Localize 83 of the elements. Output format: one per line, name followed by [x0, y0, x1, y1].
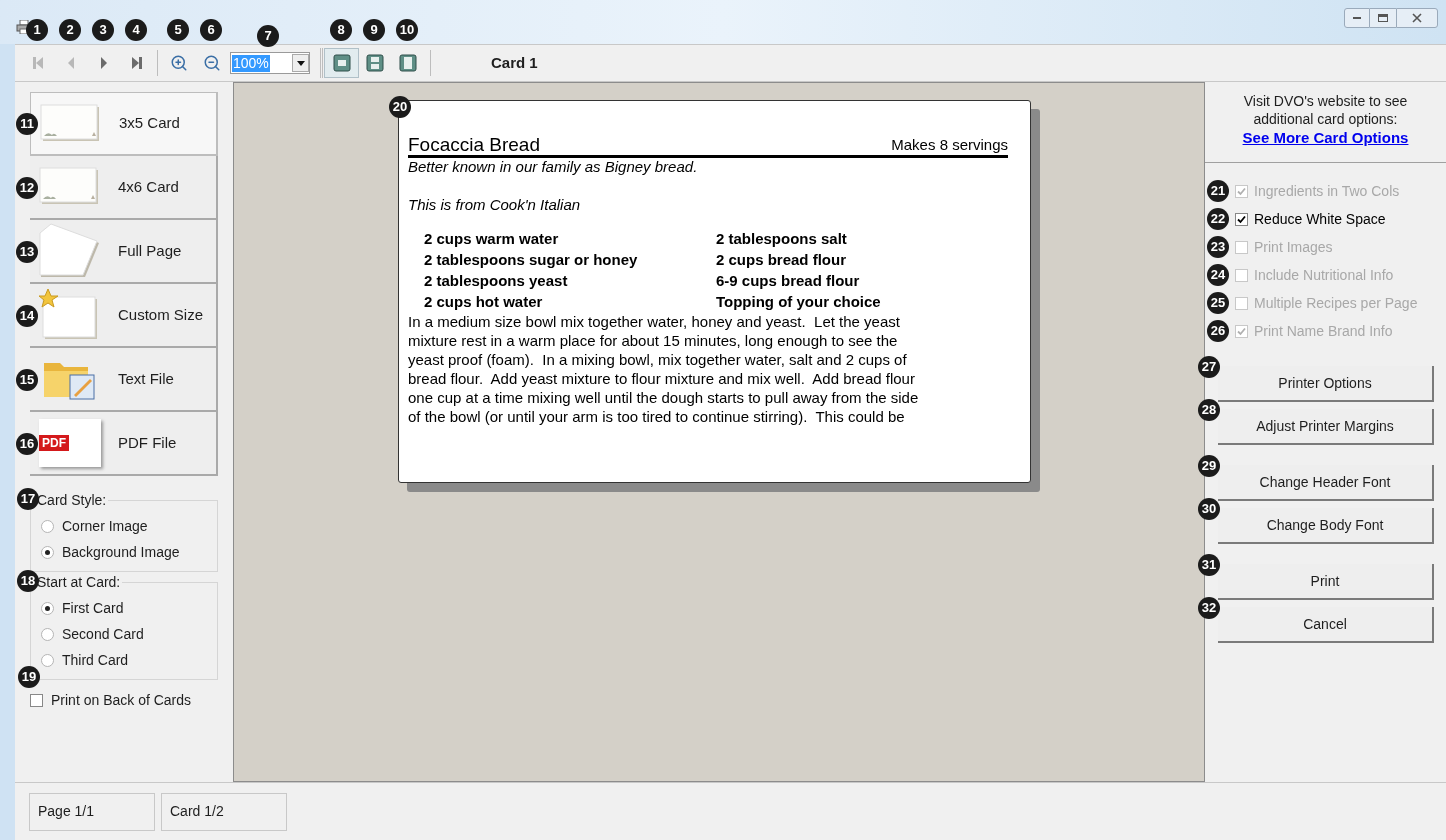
- ingredient: 2 tablespoons sugar or honey: [424, 250, 639, 270]
- radio-label: Background Image: [62, 542, 180, 562]
- callout-badge: 19: [18, 666, 40, 688]
- ingredient: 6-9 cups bread flour: [716, 271, 861, 291]
- callout-badge: 22: [1207, 208, 1229, 230]
- ingredient: Topping of your choice: [716, 292, 882, 312]
- radio-label: First Card: [62, 598, 124, 618]
- ingredient: 2 cups hot water: [424, 292, 544, 312]
- next-icon: [99, 56, 108, 70]
- servings: Makes 8 servings: [891, 135, 1008, 155]
- maximize-button[interactable]: [1370, 8, 1396, 28]
- radio-label: Third Card: [62, 650, 129, 670]
- directions-line: mixture rest in a warm place for about 15 minutes, long enough to see the: [408, 331, 899, 350]
- option-label: Reduce White Space: [1254, 209, 1386, 229]
- card-thumbnail-icon: [39, 167, 101, 207]
- action-button[interactable]: Cancel: [1218, 607, 1434, 643]
- directions-line: bread flour. Add yeast mixture to flour mixture and mix well. Add bread flour: [408, 369, 916, 388]
- callout-badge: 26: [1207, 320, 1229, 342]
- action-button[interactable]: Adjust Printer Margins: [1218, 409, 1434, 445]
- radio-label: Corner Image: [62, 516, 148, 536]
- ingredient: 2 cups warm water: [424, 229, 560, 249]
- callout-badge: 25: [1207, 292, 1229, 314]
- callout-badge: 15: [16, 369, 38, 391]
- radio-button[interactable]: [41, 627, 54, 641]
- callout-badge: 21: [1207, 180, 1229, 202]
- checkbox[interactable]: [30, 694, 43, 707]
- directions-line: In a medium size bowl mix together water, honey and yeast. Let the yeast: [408, 312, 901, 331]
- option-label: Ingredients in Two Cols: [1254, 181, 1400, 201]
- directions-line: of the bowl (or until your arm is too tired to continue stirring). This could be: [408, 407, 906, 426]
- callout-badge: 13: [16, 241, 38, 263]
- action-button[interactable]: Print: [1218, 564, 1434, 600]
- callout-badge: 29: [1198, 455, 1220, 477]
- ingredient: 2 cups bread flour: [716, 250, 848, 270]
- last-page-icon: [130, 56, 143, 70]
- full-page-icon: [398, 54, 417, 72]
- directions-line: one cup at a time mixing well until the dough starts to pull away from the side: [408, 388, 920, 407]
- radio-button[interactable]: [41, 545, 54, 559]
- option-label: Include Nutritional Info: [1254, 265, 1394, 285]
- callout-badge: 14: [16, 305, 38, 327]
- callout-badge: 12: [16, 177, 38, 199]
- zoom-in-icon: [169, 54, 188, 72]
- directions-line: yeast proof (foam). In a mixing bowl, mix together water, salt and 2 cups of: [408, 350, 908, 369]
- action-button[interactable]: Change Body Font: [1218, 508, 1434, 544]
- first-page-icon: [31, 56, 44, 70]
- ingredient: 2 tablespoons salt: [716, 229, 848, 249]
- radio-button[interactable]: [41, 601, 54, 615]
- action-button[interactable]: Change Header Font: [1218, 465, 1434, 501]
- recipe-note: This is from Cook'n Italian: [408, 196, 582, 214]
- pdf-label: PDF: [39, 435, 69, 451]
- radio-label: Second Card: [62, 624, 144, 644]
- previous-icon: [66, 56, 75, 70]
- callout-badge: 31: [1198, 554, 1220, 576]
- option-label: Print Images: [1254, 237, 1333, 257]
- two-cards-icon: [365, 54, 384, 72]
- callout-badge: 16: [16, 433, 38, 455]
- option-label: Print Name Brand Info: [1254, 321, 1393, 341]
- action-button[interactable]: Printer Options: [1218, 366, 1434, 402]
- radio-button[interactable]: [41, 519, 54, 533]
- close-icon: [1412, 13, 1422, 23]
- tilted-page-icon: [39, 223, 101, 279]
- minimize-button[interactable]: [1344, 8, 1370, 28]
- callout-badge: 27: [1198, 356, 1220, 378]
- checkbox-label: Print on Back of Cards: [51, 691, 192, 710]
- ingredient: 2 tablespoons yeast: [424, 271, 569, 291]
- checkbox[interactable]: [1235, 212, 1248, 226]
- recipe-title: Focaccia Bread: [408, 135, 540, 155]
- zoom-out-icon: [202, 54, 221, 72]
- callout-badge: 11: [16, 113, 38, 135]
- callout-badge: 24: [1207, 264, 1229, 286]
- callout-badge: 23: [1207, 236, 1229, 258]
- status-panel: Page 1/1: [29, 792, 155, 831]
- see-more-link[interactable]: See More Card Options: [1242, 128, 1409, 148]
- callout-badge: 17: [17, 488, 39, 510]
- radio-button[interactable]: [41, 653, 54, 667]
- status-panel: Card 1/2: [161, 792, 287, 831]
- current-card-label: Card 1: [491, 52, 538, 73]
- recipe-note: Better known in our family as Bigney bread.: [408, 158, 699, 176]
- option-label: Multiple Recipes per Page: [1254, 293, 1418, 313]
- callout-badge: 20: [389, 96, 411, 118]
- callout-badge: 18: [17, 570, 39, 592]
- single-card-icon: [332, 54, 351, 72]
- website-info-text: Visit DVO's website to see additional card options:: [1242, 92, 1409, 128]
- card-thumbnail-icon: [40, 103, 102, 144]
